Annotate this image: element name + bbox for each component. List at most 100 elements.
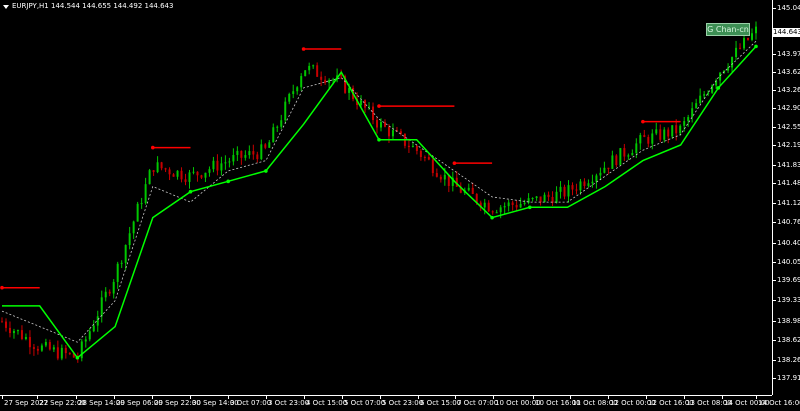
support-dot [188, 189, 193, 194]
price-axis[interactable]: 145.040144.330143.970143.620143.260142.9… [772, 0, 800, 395]
time-tick-mark [418, 396, 419, 399]
candle-body [687, 117, 690, 122]
candle-body [100, 297, 103, 317]
time-tick-label: 10 Oct 00:00 [495, 399, 541, 407]
time-tick-label: 14 Oct 16:00 [758, 399, 800, 407]
time-tick-mark [152, 396, 153, 399]
candle-body [312, 65, 315, 67]
candle-body [16, 330, 19, 332]
candle-body [84, 339, 87, 342]
candle-body [248, 151, 251, 156]
candle-body [679, 125, 682, 134]
candle-body [467, 187, 470, 191]
price-chart[interactable] [0, 0, 772, 395]
dropdown-triangle-icon[interactable] [3, 4, 9, 9]
price-tick-mark [773, 8, 776, 9]
candle-body [88, 331, 91, 340]
support-dot [377, 138, 381, 142]
time-axis[interactable]: 27 Sep 2022 27 Sep 22:00 28 Sep 14:00 29 Se… [0, 395, 800, 411]
price-tick-mark [773, 321, 776, 322]
price-tick-mark [773, 243, 776, 244]
candle-body [144, 184, 147, 204]
price-tick-label: 141.120 [777, 199, 800, 207]
candle-body [631, 153, 634, 156]
candle-body [24, 337, 27, 340]
candle-body [256, 154, 259, 160]
candle-body [731, 57, 734, 68]
time-tick-mark [228, 396, 229, 399]
candle-body [324, 79, 327, 83]
candle-body [56, 347, 59, 359]
time-tick-mark [37, 396, 38, 399]
resistance-dot [377, 104, 381, 108]
candle-body [192, 171, 195, 173]
price-tick-mark [773, 203, 776, 204]
price-tick-label: 141.480 [777, 179, 800, 187]
candle-body [643, 135, 646, 138]
candle-body [491, 211, 494, 213]
candle-body [204, 172, 207, 178]
candle-body [699, 95, 702, 104]
candle-body [216, 160, 219, 171]
time-tick-mark [455, 396, 456, 399]
candle-body [383, 122, 386, 127]
resistance-dot [452, 161, 457, 165]
candle-body [499, 207, 502, 213]
candle-body [328, 79, 331, 83]
resistance-dot [301, 47, 306, 51]
candle-body [212, 160, 215, 170]
candle-body [615, 155, 618, 166]
time-tick-mark [114, 396, 115, 399]
candle-body [160, 162, 163, 169]
time-tick-mark [2, 396, 3, 399]
candle-body [571, 185, 574, 190]
candle-body [559, 186, 562, 192]
candle-body [611, 155, 614, 169]
time-tick-mark [756, 396, 757, 399]
candle-body [236, 150, 239, 155]
candle-body [300, 76, 303, 88]
candle-body [587, 183, 590, 186]
support-dot [716, 86, 721, 90]
candle-body [407, 145, 410, 148]
candle-body [260, 144, 263, 160]
candle-body [667, 129, 670, 137]
candle-body [44, 342, 47, 346]
candle-body [112, 281, 115, 294]
candle-body [360, 100, 363, 106]
candle-body [603, 167, 606, 173]
candle-body [280, 120, 283, 127]
candle-body [619, 148, 622, 166]
time-tick-mark [608, 396, 609, 399]
candle-body [515, 204, 518, 208]
candle-body [535, 196, 538, 198]
indicator-label[interactable]: G Chan-cn [706, 23, 750, 36]
candle-body [176, 170, 179, 177]
price-tick-mark [773, 360, 776, 361]
candle-body [655, 129, 658, 134]
price-tick-mark [773, 340, 776, 341]
candle-body [575, 189, 578, 191]
price-tick-label: 142.190 [777, 141, 800, 149]
candle-body [487, 202, 490, 212]
candle-body [675, 125, 678, 134]
candle-body [96, 316, 99, 326]
candle-body [196, 171, 199, 176]
candle-body [555, 191, 558, 203]
candle-body [20, 330, 23, 340]
candle-body [164, 168, 167, 170]
chart-area[interactable]: EURJPY,H1 144.544 144.655 144.492 144.64… [0, 0, 772, 395]
candle-body [12, 330, 15, 334]
candle-body [599, 172, 602, 176]
price-tick-label: 141.830 [777, 161, 800, 169]
price-tick-mark [773, 90, 776, 91]
candle-body [64, 347, 67, 354]
symbol-header[interactable]: EURJPY,H1 144.544 144.655 144.492 144.64… [3, 2, 173, 11]
candle-body [579, 181, 582, 191]
candle-body [543, 194, 546, 203]
price-tick-mark [773, 262, 776, 263]
price-tick-mark [773, 72, 776, 73]
support-dot [75, 355, 80, 360]
candle-body [68, 353, 71, 355]
candle-body [659, 129, 662, 140]
